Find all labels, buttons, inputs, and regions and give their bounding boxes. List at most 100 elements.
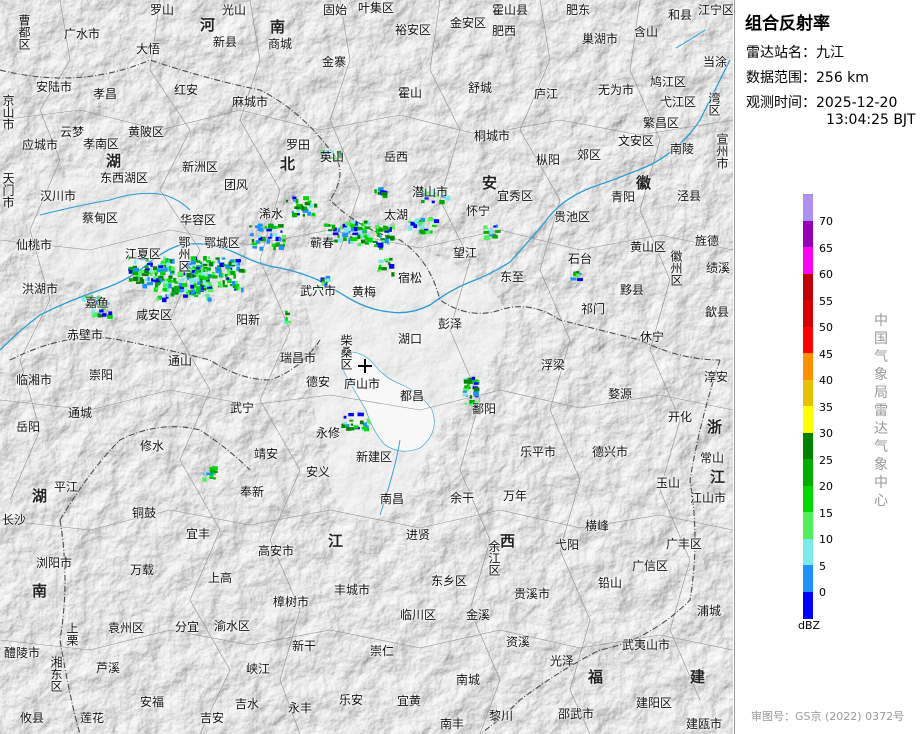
echo-pixel	[218, 284, 224, 288]
legend-swatch	[803, 220, 813, 248]
place-label: 望江	[453, 246, 478, 260]
echo-pixel	[357, 242, 361, 247]
legend-swatch	[803, 326, 813, 354]
place-label: 新建区	[356, 450, 393, 464]
place-label: 婺源	[608, 387, 633, 401]
echo-pixel	[575, 273, 580, 278]
echo-pixel	[162, 287, 168, 292]
echo-pixel	[350, 228, 354, 232]
place-label: 柴桑区	[339, 334, 353, 370]
echo-pixel	[143, 274, 149, 277]
echo-pixel	[294, 206, 300, 209]
echo-pixel	[169, 259, 173, 263]
echo-pixel	[191, 264, 195, 267]
place-label: 黄陂区	[128, 125, 165, 139]
legend-swatch	[803, 353, 813, 380]
echo-pixel	[474, 382, 479, 385]
province-label: 江	[328, 532, 344, 550]
place-label: 徽州区	[669, 250, 683, 286]
echo-pixel	[203, 256, 207, 261]
echo-pixel	[259, 246, 264, 251]
echo-pixel	[173, 285, 180, 291]
place-label: 瑞昌市	[280, 351, 317, 365]
place-label: 文安区	[618, 134, 655, 148]
place-label: 庐江	[534, 87, 559, 101]
echo-pixel	[351, 220, 356, 224]
place-label: 通城	[68, 406, 93, 420]
echo-pixel	[377, 242, 384, 248]
echo-pixel	[161, 268, 166, 271]
place-label: 德安	[306, 375, 331, 389]
echo-pixel	[296, 213, 300, 216]
echo-pixel	[285, 317, 288, 322]
echo-pixel	[337, 238, 343, 243]
echo-pixel	[162, 297, 167, 303]
place-label: 长沙	[2, 513, 27, 527]
echo-pixel	[266, 228, 272, 232]
legend-swatch	[803, 432, 813, 460]
echo-pixel	[361, 426, 366, 430]
place-label: 东至	[500, 270, 525, 284]
echo-pixel	[462, 390, 468, 393]
echo-pixel	[201, 285, 204, 290]
place-label: 仙桃市	[16, 238, 53, 252]
echo-pixel	[273, 233, 278, 237]
place-label: 高安市	[258, 544, 295, 558]
echo-pixel	[155, 272, 158, 276]
echo-pixel	[203, 266, 208, 270]
place-label: 横峰	[585, 519, 610, 533]
echo-pixel	[241, 287, 244, 293]
place-label: 太湖	[384, 208, 409, 222]
echo-pixel	[384, 238, 389, 244]
place-label: 曹都区	[17, 14, 31, 50]
place-label: 南城	[456, 673, 481, 687]
place-label: 天门市	[1, 172, 15, 208]
echo-pixel	[462, 393, 468, 397]
place-label: 彭泽	[438, 317, 463, 331]
place-label: 弋江区	[660, 95, 697, 109]
place-label: 永丰	[288, 701, 313, 715]
echo-pixel	[200, 278, 203, 283]
legend-tick: 70	[819, 215, 833, 228]
echo-pixel	[139, 277, 143, 282]
province-label: 河	[200, 16, 216, 34]
place-label: 余干	[450, 491, 475, 505]
legend-tick: 65	[819, 241, 833, 255]
echo-pixel	[108, 311, 113, 316]
legend-swatch	[803, 273, 813, 301]
echo-pixel	[467, 381, 473, 384]
echo-pixel	[278, 245, 285, 250]
echo-pixel	[235, 287, 239, 291]
legend-unit: dBZ	[798, 619, 821, 632]
echo-pixel	[165, 258, 169, 263]
place-label: 玉山	[656, 476, 681, 490]
place-label: 吉水	[235, 697, 260, 711]
echo-pixel	[226, 277, 230, 280]
legend-swatch	[803, 538, 813, 566]
place-label: 泾县	[677, 189, 702, 203]
station-row: 雷达站名：九江	[746, 42, 844, 62]
place-label: 黄梅	[352, 285, 377, 299]
radar-map[interactable]: 罗山 光山 固始 叶集区 霍山县 肥东 和县 江宁区 广水市 新县 商城 裕安区 金安区 肥西 巢湖市 含山大…	[0, 0, 733, 734]
place-label: 宣州市	[715, 133, 729, 169]
place-label: 庐山市	[344, 377, 381, 391]
legend-tick: 0	[819, 586, 826, 599]
echo-pixel	[163, 259, 166, 264]
echo-pixel	[230, 270, 236, 276]
time-label: 观测时间：	[746, 95, 816, 111]
place-label: 安福	[140, 695, 165, 709]
place-label: 旌德	[695, 234, 720, 248]
place-label: 歙县	[705, 305, 730, 319]
echo-pixel	[207, 286, 213, 289]
place-label: 黟县	[620, 283, 645, 297]
echo-pixel	[170, 292, 175, 297]
echo-pixel	[225, 264, 229, 269]
echo-pixel	[380, 192, 387, 196]
place-label: 团风	[224, 178, 249, 192]
province-label: 浙	[707, 418, 723, 436]
echo-pixel	[389, 227, 392, 232]
place-label: 奉新	[240, 485, 265, 499]
legend-swatch	[803, 459, 813, 486]
echo-pixel	[268, 223, 274, 229]
echo-pixel	[225, 273, 228, 278]
